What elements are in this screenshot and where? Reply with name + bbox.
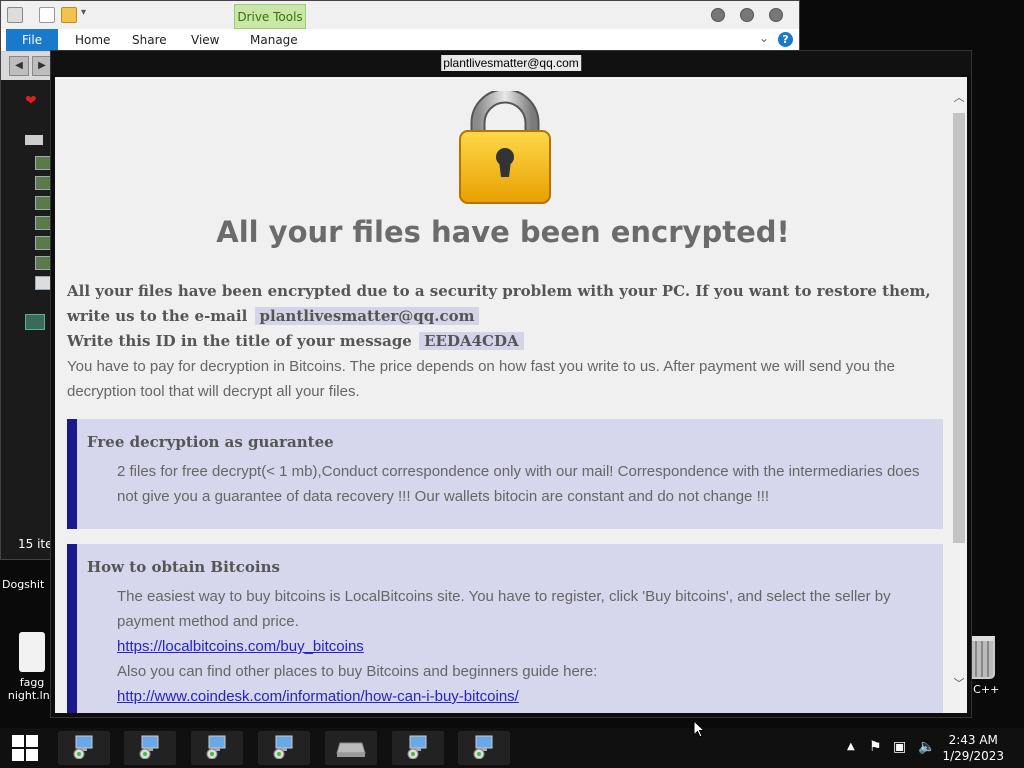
bitcoins-text: The easiest way to buy bitcoins is Local… xyxy=(117,588,891,630)
guarantee-title: Free decryption as guarantee xyxy=(87,433,334,451)
taskbar-drive-button[interactable] xyxy=(325,731,377,765)
maximize-button[interactable] xyxy=(740,8,754,22)
ransom-note-window: plantlivesmatter@qq.com All your files h… xyxy=(50,50,972,718)
computer-icon xyxy=(206,735,226,759)
tab-share[interactable]: Share xyxy=(120,29,179,51)
taskbar: ▲ ⚑ ▣ 🔈 2:43 AM 1/29/2023 xyxy=(0,728,1024,768)
taskbar-app-button[interactable] xyxy=(58,731,110,765)
folder-icon[interactable] xyxy=(35,176,51,190)
scroll-up-icon[interactable]: ︿ xyxy=(953,91,965,105)
headline: All your files have been encrypted! xyxy=(216,215,790,249)
help-icon[interactable]: ? xyxy=(778,32,793,47)
taskbar-app-button[interactable] xyxy=(392,731,444,765)
customize-quick-access-icon[interactable]: ▾ xyxy=(81,7,86,18)
drive-icon xyxy=(336,742,366,757)
victim-id: EEDA4CDA xyxy=(419,332,524,350)
bitcoins-text-2: Also you can find other places to buy Bi… xyxy=(117,663,598,680)
window-title: plantlivesmatter@qq.com xyxy=(441,55,581,71)
favorites-icon[interactable]: ❤ xyxy=(25,93,37,109)
id-line: Write this ID in the title of your messa… xyxy=(67,329,947,354)
taskbar-app-button[interactable] xyxy=(124,731,176,765)
network-icon[interactable] xyxy=(25,314,45,330)
folder-icon[interactable] xyxy=(35,156,51,170)
taskbar-app-button[interactable] xyxy=(258,731,310,765)
computer-icon xyxy=(73,735,93,759)
padlock-icon xyxy=(459,91,551,204)
drive-tools-tab[interactable]: Drive Tools xyxy=(234,4,306,29)
id-prompt: Write this ID in the title of your messa… xyxy=(67,332,412,350)
explorer-titlebar: ▾ Drive Tools xyxy=(1,1,799,29)
tab-view[interactable]: View xyxy=(179,29,231,51)
ransom-content: All your files have been encrypted! All … xyxy=(55,77,967,713)
tab-home[interactable]: Home xyxy=(63,29,122,51)
back-button[interactable]: ◀ xyxy=(9,56,29,76)
taskbar-app-button[interactable] xyxy=(458,731,510,765)
taskbar-app-button[interactable] xyxy=(191,731,243,765)
folder-icon[interactable] xyxy=(35,236,51,250)
folder-icon[interactable] xyxy=(35,196,51,210)
clock-time: 2:43 AM xyxy=(948,733,998,747)
drive-icon[interactable] xyxy=(35,276,51,290)
localbitcoins-link[interactable]: https://localbitcoins.com/buy_bitcoins xyxy=(117,634,364,659)
properties-icon[interactable] xyxy=(39,7,55,23)
volume-icon[interactable]: 🔈 xyxy=(918,739,935,755)
contact-email: plantlivesmatter@qq.com xyxy=(254,307,480,325)
coindesk-link[interactable]: http://www.coindesk.com/information/how-… xyxy=(117,684,519,709)
computer-icon xyxy=(139,735,159,759)
desktop-icon-dogshit[interactable]: Dogshit xyxy=(2,578,44,591)
close-button[interactable] xyxy=(769,8,783,22)
minimize-button[interactable] xyxy=(711,8,725,22)
payment-paragraph: You have to pay for decryption in Bitcoi… xyxy=(67,358,895,400)
network-icon[interactable]: ▣ xyxy=(893,739,906,755)
window-icon xyxy=(7,7,23,23)
scroll-thumb[interactable] xyxy=(953,113,965,543)
mouse-cursor-icon xyxy=(693,720,705,738)
this-pc-icon[interactable] xyxy=(25,135,43,145)
vertical-scrollbar[interactable]: ︿ ﹀ xyxy=(951,77,967,713)
folder-icon[interactable] xyxy=(35,256,51,270)
bitcoins-box: How to obtain Bitcoins The easiest way t… xyxy=(67,544,943,713)
intro-text: All your files have been encrypted due t… xyxy=(67,282,931,325)
windows-start-icon[interactable] xyxy=(12,735,38,761)
guarantee-box: Free decryption as guarantee 2 files for… xyxy=(67,419,943,529)
desktop-icon-label: Dogshit xyxy=(2,578,45,591)
ribbon-tabs: File Home Share View Manage ⌄ ? xyxy=(1,29,799,52)
tab-manage[interactable]: Manage xyxy=(238,29,310,51)
clock-date: 1/29/2023 xyxy=(942,749,1004,763)
intro-paragraph: All your files have been encrypted due t… xyxy=(67,279,947,329)
bitcoins-title: How to obtain Bitcoins xyxy=(87,558,280,576)
computer-icon xyxy=(407,735,427,759)
folder-icon[interactable] xyxy=(35,216,51,230)
guarantee-text: 2 files for free decrypt(< 1 mb),Conduct… xyxy=(117,463,920,505)
new-folder-icon[interactable] xyxy=(61,7,77,23)
expand-ribbon-icon[interactable]: ⌄ xyxy=(759,31,769,45)
status-item-count: 15 ite xyxy=(18,537,53,551)
clock[interactable]: 2:43 AM 1/29/2023 xyxy=(942,732,1004,764)
computer-icon xyxy=(273,735,293,759)
file-icon xyxy=(19,632,45,672)
tab-file[interactable]: File xyxy=(6,29,59,51)
forward-button[interactable]: ▶ xyxy=(32,56,52,76)
ransom-titlebar[interactable]: plantlivesmatter@qq.com xyxy=(51,51,971,75)
scroll-down-icon[interactable]: ﹀ xyxy=(953,677,965,691)
flag-icon[interactable]: ⚑ xyxy=(869,739,882,755)
computer-icon xyxy=(473,735,493,759)
chevron-up-icon[interactable]: ▲ xyxy=(847,739,855,755)
